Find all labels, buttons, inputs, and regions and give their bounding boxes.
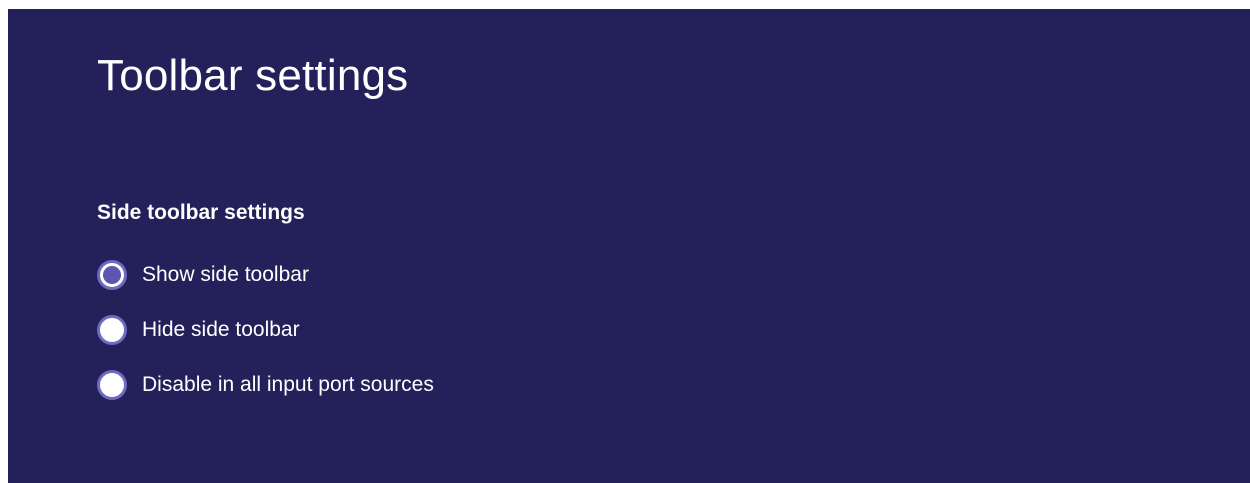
option-label: Disable in all input port sources: [142, 373, 434, 396]
radio-button-icon[interactable]: [97, 260, 127, 290]
radio-option-show-side-toolbar[interactable]: Show side toolbar: [97, 258, 309, 292]
radio-button-icon[interactable]: [97, 315, 127, 345]
radio-button-icon[interactable]: [97, 370, 127, 400]
page-title: Toolbar settings: [97, 51, 409, 100]
settings-panel: Toolbar settings Side toolbar settings S…: [8, 9, 1250, 483]
radio-option-hide-side-toolbar[interactable]: Hide side toolbar: [97, 313, 300, 347]
radio-option-disable-all-input-sources[interactable]: Disable in all input port sources: [97, 368, 434, 402]
option-label: Show side toolbar: [142, 263, 309, 286]
section-title: Side toolbar settings: [97, 201, 305, 224]
radio-selected-dot-icon: [103, 266, 121, 284]
option-label: Hide side toolbar: [142, 318, 300, 341]
